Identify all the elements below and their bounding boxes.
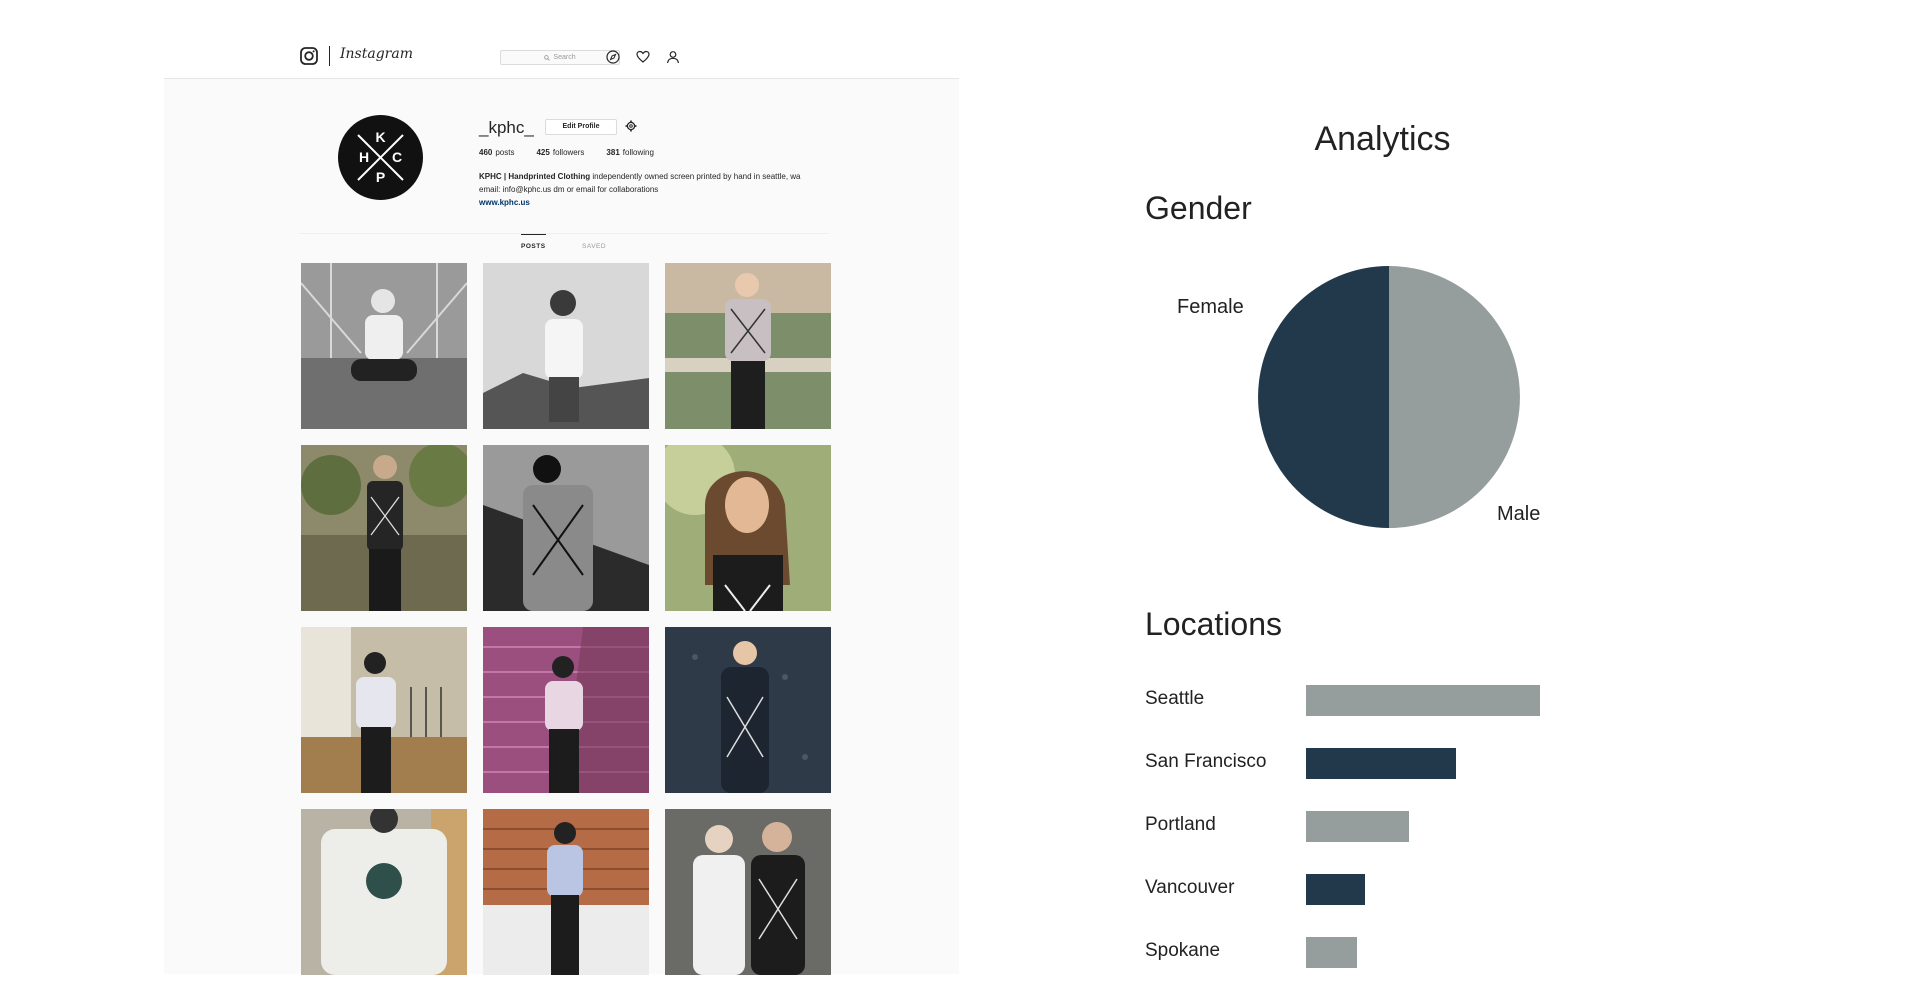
pie-label-female: Female — [1177, 296, 1244, 318]
post-thumbnail[interactable] — [301, 809, 467, 975]
instagram-wordmark[interactable]: Instagram — [340, 46, 413, 62]
pie-slice-male — [1389, 266, 1520, 528]
post-thumbnail[interactable] — [483, 627, 649, 793]
posts-stat[interactable]: 460 posts — [479, 148, 514, 157]
gender-pie-chart — [1258, 266, 1520, 528]
pie-label-male: Male — [1497, 503, 1541, 525]
edit-profile-button[interactable]: Edit Profile — [545, 119, 617, 135]
heart-icon[interactable] — [636, 50, 650, 64]
tab-saved[interactable]: SAVED — [582, 243, 606, 250]
tab-posts[interactable]: POSTS — [521, 234, 546, 250]
pie-slice-female — [1258, 266, 1389, 528]
post-thumbnail[interactable] — [301, 627, 467, 793]
locations-heading: Locations — [1145, 606, 1282, 642]
search-placeholder: Search — [553, 54, 576, 61]
post-thumbnail[interactable] — [665, 263, 831, 429]
post-thumbnail[interactable] — [483, 263, 649, 429]
followers-stat[interactable]: 425 followers — [536, 148, 584, 157]
instagram-icon[interactable] — [300, 47, 318, 65]
user-icon[interactable] — [666, 50, 680, 64]
profile-username: _kphc_ — [479, 118, 534, 137]
kphc-logo-icon: K H C P — [357, 129, 404, 185]
post-thumbnail[interactable] — [301, 445, 467, 611]
search-icon — [544, 54, 551, 61]
post-thumbnail[interactable] — [483, 809, 649, 975]
post-thumbnail[interactable] — [665, 809, 831, 975]
location-label-portland: Portland — [1145, 814, 1216, 835]
instagram-profile-screenshot: Instagram Search K H C P _kphc_ Edit Pro… — [164, 28, 959, 975]
bio-name: KPHC | Handprinted Clothing — [479, 172, 591, 181]
search-input[interactable]: Search — [500, 50, 620, 65]
profile-stats: 460 posts 425 followers 381 following — [479, 148, 654, 157]
logo-divider — [329, 46, 330, 66]
profile-bio: KPHC | Handprinted Clothing independentl… — [479, 170, 809, 209]
avatar-letter-k: K — [375, 129, 385, 145]
location-bar-vancouver — [1306, 874, 1365, 905]
avatar-letter-p: P — [376, 169, 385, 185]
avatar-letter-h: H — [359, 149, 369, 165]
following-stat[interactable]: 381 following — [606, 148, 654, 157]
post-thumbnail[interactable] — [665, 445, 831, 611]
compass-icon[interactable] — [606, 50, 620, 64]
location-label-vancouver: Vancouver — [1145, 877, 1235, 898]
location-label-spokane: Spokane — [1145, 940, 1221, 961]
analytics-title: Analytics — [1314, 120, 1451, 158]
location-bar-san-francisco — [1306, 748, 1456, 779]
post-thumbnail[interactable] — [483, 445, 649, 611]
bio-link[interactable]: www.kphc.us — [479, 196, 809, 209]
location-label-san-francisco: San Francisco — [1145, 751, 1267, 772]
profile-avatar[interactable]: K H C P — [338, 115, 423, 200]
gear-icon[interactable] — [625, 120, 637, 132]
location-label-seattle: Seattle — [1145, 688, 1205, 709]
post-thumbnail[interactable] — [301, 263, 467, 429]
location-bar-portland — [1306, 811, 1409, 842]
post-thumbnail[interactable] — [665, 627, 831, 793]
tabs-divider — [299, 233, 829, 234]
location-bar-seattle — [1306, 685, 1540, 716]
location-bar-spokane — [1306, 937, 1358, 968]
instagram-top-bar: Instagram Search — [164, 28, 959, 79]
avatar-letter-c: C — [392, 149, 402, 165]
gender-heading: Gender — [1145, 190, 1252, 226]
